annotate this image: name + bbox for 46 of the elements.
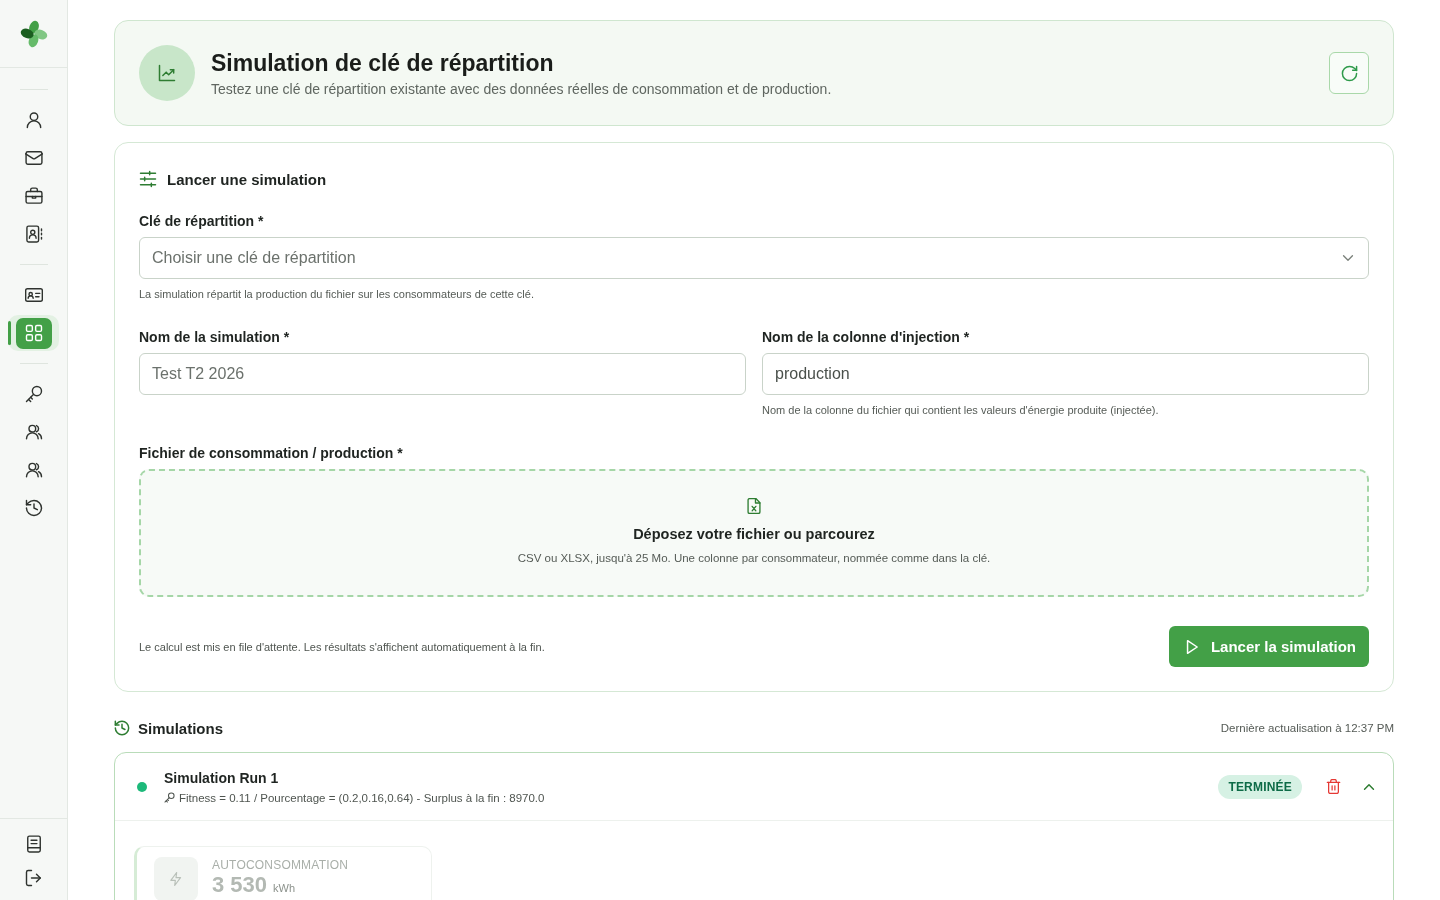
logo-icon: [19, 19, 48, 48]
stat-label: AUTOCONSOMMATION: [212, 857, 349, 873]
help-text: La simulation répartit la production du fichier sur les consommateurs de cette clé.: [139, 287, 535, 302]
contact-book-icon: [24, 225, 43, 243]
section-title: Simulations: [138, 719, 223, 737]
book-icon: [24, 835, 43, 853]
history-icon: [24, 499, 43, 517]
key-icon: [24, 385, 43, 403]
help-text: Nom de la colonne du fichier qui contient les valeurs d'énergie produite (injectée).: [762, 403, 1160, 418]
drop-zone-hint: CSV ou XLSX, jusqu'à 25 Mo. Une colonne par consommateur, nommée comme dans la clé.: [517, 551, 991, 566]
users-icon: [24, 423, 43, 441]
user-icon: [24, 111, 43, 129]
file-icon: [746, 498, 762, 514]
field-label: Nom de la simulation *: [139, 328, 291, 347]
mail-icon: [24, 149, 43, 167]
stat-value: 3 530: [212, 873, 268, 897]
simulation-details: Fitness = 0.11 / Pourcentage = (0.2,0.16,0.64) - Surplus à la fin : 8970.0: [179, 791, 545, 804]
page-title: Simulation de clé de répartition: [211, 48, 555, 77]
history-icon: [114, 720, 130, 736]
refresh-icon: [1340, 64, 1358, 82]
status-badge: TERMINÉE: [1218, 774, 1302, 799]
grid-icon: [15, 317, 52, 349]
lightning-icon: [154, 857, 198, 900]
users-icon: [24, 461, 43, 479]
drop-zone-title: Déposez votre fichier ou parcourez: [633, 525, 875, 544]
column-input[interactable]: production: [762, 353, 1369, 395]
sliders-icon: [139, 170, 157, 188]
key-icon: [164, 792, 175, 803]
queue-note: Le calcul est mis en file d'attente. Les résultats s'affichent automatiquement à la fin.: [139, 640, 545, 653]
field-label: Nom de la colonne d'injection *: [762, 328, 971, 347]
id-card-icon: [24, 286, 43, 304]
last-update-text: Dernière actualisation à 12:37 PM: [1220, 722, 1394, 734]
section-title: Lancer une simulation: [167, 170, 327, 188]
field-label: Clé de répartition *: [139, 212, 265, 231]
briefcase-icon: [24, 187, 43, 205]
chart-icon: [139, 45, 195, 101]
trash-icon: [1325, 779, 1341, 794]
logout-icon: [24, 869, 43, 887]
name-input[interactable]: Test T2 2026: [139, 353, 746, 395]
file-drop-zone[interactable]: Déposez votre fichier ou parcourez CSV ou XLSX, jusqu'à 25 Mo. Une colonne par consommateur, nommée comme dans la clé.: [139, 469, 1369, 597]
stat-unit: kWh: [273, 882, 296, 894]
page-subtitle: Testez une clé de répartition existante avec des données réelles de consommation et de production.: [211, 80, 833, 98]
refresh-button[interactable]: [1329, 52, 1369, 94]
simulation-name: Simulation Run 1: [164, 768, 280, 788]
field-label: Fichier de consommation / production *: [139, 444, 404, 463]
key-select[interactable]: Choisir une clé de répartition: [139, 237, 1369, 279]
